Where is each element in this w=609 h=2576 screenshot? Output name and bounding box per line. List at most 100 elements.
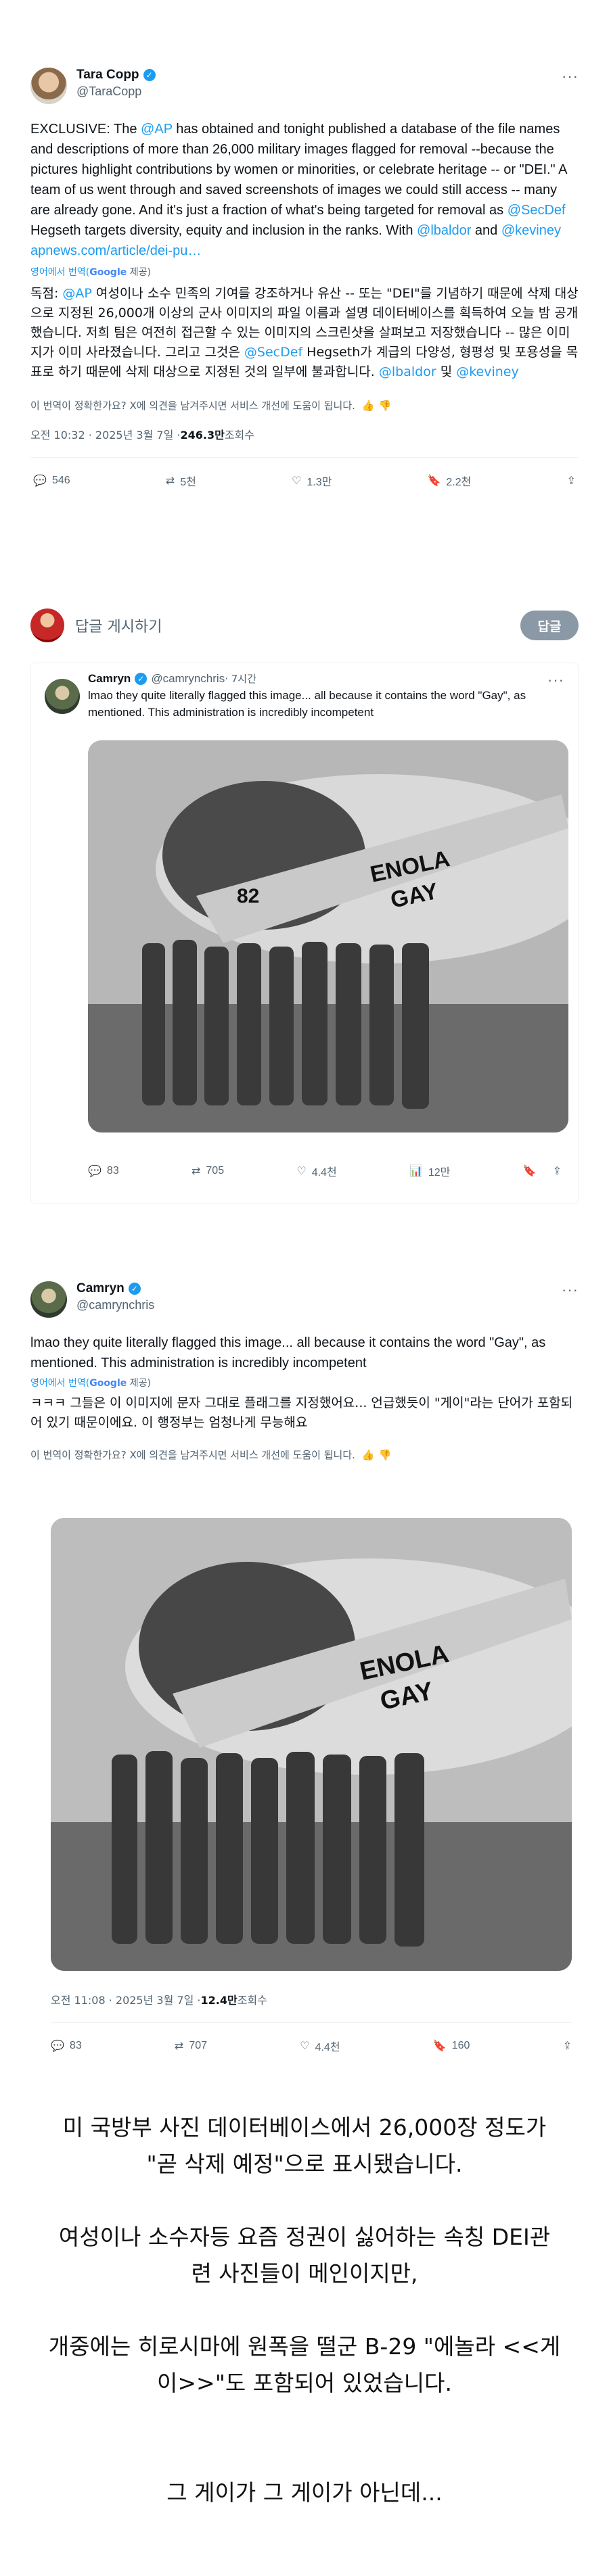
verified-badge-icon: ✓ (135, 672, 148, 685)
article-link[interactable]: apnews.com/article/dei-pu… (30, 243, 201, 258)
bookmark-icon[interactable]: 🔖 (523, 1164, 537, 1178)
author-name[interactable]: Camryn (76, 1281, 125, 1296)
mention-lbaldor[interactable]: @lbaldor (417, 223, 471, 238)
caption-line: 련 사진들이 메인이지만, (191, 2260, 418, 2287)
caption-line: 이>>"도 포함되어 있었습니다. (157, 2370, 452, 2396)
reply-button[interactable]: 💬 83 (51, 2039, 82, 2053)
author-handle[interactable]: @camrynchris (76, 1298, 562, 1312)
like-button[interactable]: ♡ 1.3만 (292, 473, 332, 489)
tweet-timestamp[interactable]: 오전 11:08 · 2025년 3월 7일 · (51, 1991, 200, 2007)
reply-submit-button[interactable]: 답글 (520, 611, 579, 640)
bar-chart-icon: 📊 (409, 1166, 423, 1177)
like-button[interactable]: ♡ 4.4천 (300, 2038, 340, 2054)
translation-feedback: 이 번역이 정확한가요? X에 의견을 남겨주시면 서비스 개선에 도움이 됩니… (30, 1448, 579, 1462)
more-options-icon[interactable]: ··· (562, 1281, 579, 1299)
enola-gay-photo-2[interactable]: ENOLA GAY (51, 1518, 572, 1971)
like-count: 4.4천 (315, 2042, 340, 2053)
heart-icon: ♡ (292, 475, 302, 487)
share-button[interactable]: ⇪ (563, 2039, 572, 2053)
kr-text: 독점: (30, 286, 63, 301)
retweet-count: 707 (189, 2040, 208, 2051)
bookmark-count: 2.2천 (446, 477, 472, 488)
heart-icon: ♡ (296, 1166, 307, 1177)
retweet-count: 5천 (180, 477, 196, 488)
divider (30, 457, 579, 458)
translated-from[interactable]: 영어에서 번역( (30, 267, 89, 278)
body-text: Hegseth targets diversity, equity and in… (30, 223, 418, 238)
reply-icon: 💬 (51, 2041, 64, 2052)
reply-author-name[interactable]: Camryn (88, 672, 131, 686)
translation-feedback: 이 번역이 정확한가요? X에 의견을 남겨주시면 서비스 개선에 도움이 됩니… (30, 398, 579, 412)
view-count: 12.4만 (200, 1994, 238, 2007)
mention-secdef-kr[interactable]: @SecDef (244, 345, 302, 360)
thumbs-up-icon[interactable]: 👍 (362, 1449, 375, 1461)
view-count: 12만 (428, 1167, 451, 1178)
share-icon[interactable]: ⇪ (553, 1164, 562, 1178)
like-count: 4.4천 (311, 1167, 337, 1178)
reply-action-bar: 💬 83 ⇄ 705 ♡ 4.4천 📊 12만 🔖 ⇪ (88, 1163, 562, 1179)
caption-line: 미 국방부 사진 데이터베이스에서 26,000장 정도가 (62, 2114, 547, 2141)
reply-button[interactable]: 💬 83 (88, 1164, 119, 1178)
reply-avatar[interactable] (45, 678, 80, 714)
views-button[interactable]: 📊 12만 (409, 1163, 450, 1179)
caption-line: 여성이나 소수자등 요즘 정권이 싫어하는 속칭 DEI관 (58, 2224, 551, 2250)
enola-gay-photo[interactable]: ENOLA GAY 82 (88, 740, 568, 1132)
bookmark-button[interactable]: 🔖 160 (433, 2039, 470, 2053)
mention-keviney[interactable]: @keviney (501, 223, 561, 238)
mention-lbaldor-kr[interactable]: @lbaldor (379, 364, 436, 379)
like-count: 1.3만 (307, 477, 332, 488)
feedback-text: 이 번역이 정확한가요? X에 의견을 남겨주시면 서비스 개선에 도움이 됩니… (30, 400, 355, 412)
photo-illustration: ENOLA GAY (51, 1518, 572, 1971)
like-button[interactable]: ♡ 4.4천 (296, 1163, 336, 1179)
reply-count: 546 (51, 475, 70, 486)
tweet-body: lmao they quite literally flagged this i… (30, 1335, 546, 1370)
author-avatar[interactable] (30, 68, 67, 104)
second-tweet-footer: 오전 11:08 · 2025년 3월 7일 · 12.4만 조회수 💬 83 ⇄… (51, 1991, 572, 2054)
photo-illustration: ENOLA GAY 82 (88, 740, 568, 1132)
reply-icon: 💬 (33, 475, 47, 487)
thumbs-up-icon[interactable]: 👍 (362, 400, 375, 412)
reply-button[interactable]: 💬 546 (33, 474, 70, 487)
mention-ap-kr[interactable]: @AP (62, 286, 91, 301)
translated-from[interactable]: 영어에서 번역( (30, 1378, 89, 1389)
verified-badge-icon: ✓ (143, 69, 156, 81)
reply-author-handle[interactable]: @camrynchris (151, 672, 225, 686)
reply-text: lmao they quite literally flagged this i… (88, 689, 526, 719)
more-options-icon[interactable]: ··· (562, 68, 579, 85)
more-options-icon[interactable]: ··· (547, 671, 564, 689)
retweet-button[interactable]: ⇄ 5천 (166, 473, 196, 489)
caption-line: "곧 삭제 예정"으로 표시됐습니다. (146, 2151, 463, 2177)
mention-ap[interactable]: @AP (141, 122, 173, 137)
mention-secdef[interactable]: @SecDef (508, 203, 566, 218)
heart-icon: ♡ (300, 2041, 310, 2052)
thumbs-down-icon[interactable]: 👎 (379, 1449, 392, 1461)
body-text: and (471, 223, 501, 238)
translated-body: 독점: @AP 여성이나 소수 민족의 기여를 강조하거나 유산 -- 또는 "… (30, 284, 579, 382)
retweet-button[interactable]: ⇄ 707 (175, 2039, 207, 2053)
retweet-count: 705 (206, 1165, 225, 1176)
bookmark-button[interactable]: 🔖 2.2천 (427, 473, 471, 489)
retweet-button[interactable]: ⇄ 705 (191, 1164, 224, 1178)
verified-badge-icon: ✓ (128, 1283, 141, 1295)
view-label: 조회수 (237, 1994, 267, 2007)
author-avatar[interactable] (30, 1281, 67, 1318)
bookmark-share: 🔖 ⇪ (523, 1164, 562, 1178)
thumbs-down-icon[interactable]: 👎 (379, 400, 392, 412)
reply-time[interactable]: · 7시간 (225, 671, 256, 686)
reply-count: 83 (106, 1165, 119, 1176)
translation-source: 영어에서 번역(Google 제공) (30, 265, 579, 279)
mention-keviney-kr[interactable]: @keviney (456, 364, 519, 379)
tweet-timestamp[interactable]: 오전 10:32 · 2025년 3월 7일 · (30, 426, 180, 442)
kr-text: 및 (436, 364, 457, 379)
divider (51, 2022, 572, 2023)
view-count: 246.3만 (180, 429, 225, 442)
action-bar: 💬 83 ⇄ 707 ♡ 4.4천 🔖 160 ⇪ (51, 2038, 572, 2054)
reply-input[interactable]: 답글 게시하기 (75, 615, 520, 636)
commentary-block: 미 국방부 사진 데이터베이스에서 26,000장 정도가 "곧 삭제 예정"으… (0, 2109, 609, 2511)
author-name[interactable]: Tara Copp (76, 68, 139, 82)
google-label: Google (89, 1378, 127, 1389)
author-handle[interactable]: @TaraCopp (76, 85, 562, 99)
bookmark-icon: 🔖 (427, 475, 441, 487)
caption-line: 그 게이가 그 게이가 아닌데... (166, 2479, 443, 2506)
share-button[interactable]: ⇪ (567, 474, 576, 487)
